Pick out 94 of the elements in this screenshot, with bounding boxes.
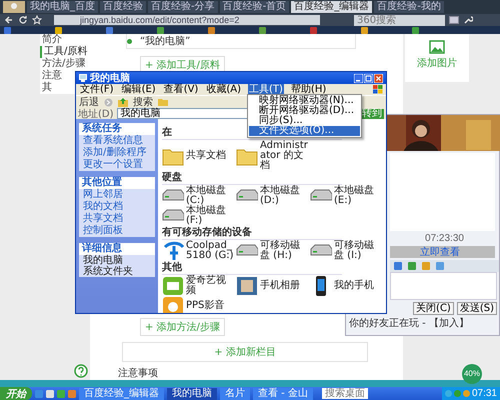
menu-option[interactable]: 同步(S)... — [249, 116, 360, 126]
drive-item[interactable]: Administrator 的文档 — [236, 141, 308, 171]
task-link[interactable]: 我的文档 — [79, 201, 155, 213]
drive-item[interactable]: 本地磁盘 (E:) — [310, 186, 382, 206]
maximize-icon[interactable] — [364, 74, 373, 82]
menu-item[interactable]: 编辑(E) — [120, 84, 157, 95]
drive-item[interactable]: Coolpad_5180 (G:) — [162, 241, 234, 261]
clock: 07:31 — [472, 388, 497, 399]
address-label: 地址(D) — [78, 108, 114, 120]
image-icon[interactable] — [429, 40, 445, 54]
drive-item[interactable]: 本地磁盘 (F:) — [162, 206, 234, 226]
browser-tab[interactable]: 百度经验-我的 — [374, 1, 444, 13]
phone-drive-icon — [162, 241, 184, 261]
taskbar-button[interactable]: 百度经验_编辑器 — [79, 388, 164, 400]
browser-tab[interactable]: 百度经验_编辑器 — [291, 1, 372, 13]
back-button[interactable]: 后退 — [79, 96, 99, 108]
menu-item[interactable]: 查看(V) — [162, 84, 200, 95]
group-heading: 其他 — [162, 262, 342, 275]
menu-item[interactable]: 帮助(H) — [290, 84, 328, 95]
bookmark-icon[interactable] — [55, 26, 62, 34]
game-notice: 你的好友正在玩 - 【加入】 — [348, 316, 470, 331]
taskbar-button[interactable]: 我的电脑 — [167, 388, 217, 400]
flag-icon — [373, 85, 383, 94]
group-heading: 有可移动存储的设备 — [162, 227, 342, 240]
browser-tab[interactable]: 我的电脑_百度 — [27, 1, 98, 13]
computer-icon — [79, 74, 87, 82]
speed-meter[interactable]: 40% — [462, 364, 482, 384]
chat-button[interactable]: 关闭(C) — [413, 302, 454, 315]
menu-item[interactable]: 文件(F) — [79, 84, 115, 95]
wrench-icon[interactable] — [463, 15, 473, 25]
message-input[interactable] — [390, 272, 497, 300]
task-link[interactable]: 添加/删除程序 — [79, 147, 155, 159]
drive-item[interactable]: PPS影音 — [162, 296, 234, 313]
search-button[interactable]: 搜索 — [133, 96, 153, 108]
menu-item[interactable]: 收藏(A) — [205, 84, 242, 95]
forward-icon[interactable] — [104, 98, 113, 106]
back-icon[interactable] — [4, 15, 14, 25]
task-link[interactable]: 查看系统信息 — [79, 135, 155, 147]
drive-item[interactable]: 共享文档 — [162, 141, 234, 171]
bookmark-icon[interactable] — [361, 26, 368, 34]
panel-heading[interactable]: 其他位置 — [79, 177, 155, 189]
window-title: 我的电脑 — [90, 71, 130, 84]
photo-album-icon — [236, 276, 258, 296]
task-link[interactable]: 更改一个设置 — [79, 159, 155, 171]
nav-item[interactable]: 简介 — [40, 34, 62, 46]
task-link[interactable]: 共享文档 — [79, 213, 155, 225]
nav-item[interactable]: 方法/步骤 — [40, 58, 86, 70]
drive-item[interactable]: 本地磁盘 (C:) — [162, 186, 234, 206]
drive-item[interactable]: 我的手机 — [310, 276, 382, 296]
detail-text: 系统文件夹 — [82, 266, 134, 277]
bookmark-icon[interactable] — [106, 26, 113, 34]
drive-item[interactable]: 可移动磁盘 (I:) — [310, 241, 382, 261]
minimize-icon[interactable] — [354, 74, 363, 82]
avatar-icon — [3, 1, 25, 13]
desktop-search-field[interactable]: 搜索桌面 — [322, 388, 368, 399]
drive-item[interactable]: 可移动磁盘 (H:) — [236, 241, 308, 261]
bookmark-icon[interactable] — [259, 26, 266, 34]
detail-text: 我的电脑 — [82, 255, 123, 266]
panel-heading[interactable]: 系统任务 — [79, 123, 155, 135]
start-button[interactable]: 开始 — [0, 387, 32, 400]
menu-option[interactable]: 映射网络驱动器(N)... — [249, 96, 360, 106]
nav-item[interactable]: 工具/原料 — [40, 46, 88, 58]
group-heading: 硬盘 — [162, 172, 342, 185]
step-text: “我的电脑” — [140, 34, 190, 48]
bookmark-icon[interactable] — [412, 26, 419, 34]
task-link[interactable]: 控制面板 — [79, 225, 155, 237]
taskbar-button[interactable]: 名片 — [220, 388, 250, 400]
star-icon[interactable] — [32, 15, 42, 25]
chat-button[interactable]: 发送(S) — [456, 302, 497, 315]
browser-tab[interactable]: 百度经验 — [100, 1, 146, 13]
message-time: 07:23:30 — [424, 233, 465, 244]
help-icon[interactable] — [74, 364, 88, 378]
go-button[interactable]: 转到 — [360, 108, 384, 118]
bookmark-icon[interactable] — [4, 26, 11, 34]
browser-tab[interactable]: 百度经验-首页 — [220, 1, 290, 13]
drive-item[interactable]: 爱奇艺视频 — [162, 276, 234, 296]
drive-item[interactable]: 本地磁盘 (D:) — [236, 186, 308, 206]
task-link[interactable]: 网上邻居 — [79, 189, 155, 201]
menu-item[interactable]: 工具(T) — [248, 84, 284, 95]
panel-heading[interactable]: 详细信息 — [79, 243, 155, 255]
url-field[interactable]: jingyan.baidu.com/edit/content?mode=2 — [54, 15, 320, 25]
drive-item[interactable]: 手机相册 — [236, 276, 308, 296]
nav-item[interactable]: 注意 — [40, 70, 62, 82]
bookmark-icon[interactable] — [208, 26, 215, 34]
section-heading: 注意事项 — [118, 366, 158, 380]
taskbar-button[interactable]: 查看 - 金山 — [253, 388, 313, 400]
up-folder-icon[interactable] — [118, 98, 128, 106]
browser-tab[interactable]: 百度经验-分享 — [148, 1, 218, 13]
video-app-icon — [162, 276, 184, 296]
close-icon[interactable] — [374, 74, 383, 82]
refresh-icon[interactable] — [18, 15, 28, 25]
nav-item[interactable]: 其 — [40, 82, 52, 94]
bookmark-icon[interactable] — [157, 26, 164, 34]
bullet-icon — [127, 38, 132, 44]
